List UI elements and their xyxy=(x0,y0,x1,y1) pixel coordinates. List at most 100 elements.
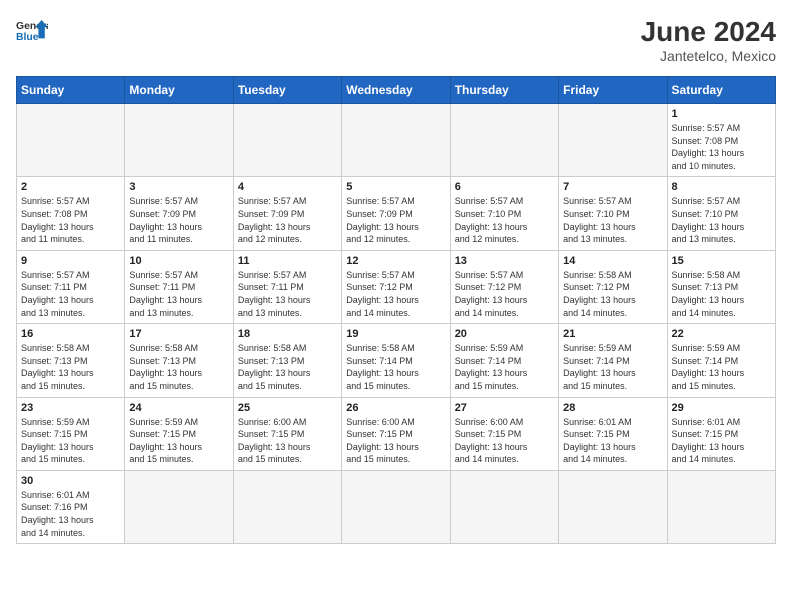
day-info: Sunrise: 5:58 AM Sunset: 7:14 PM Dayligh… xyxy=(346,342,445,392)
day-info: Sunrise: 5:58 AM Sunset: 7:13 PM Dayligh… xyxy=(238,342,337,392)
day-info: Sunrise: 5:57 AM Sunset: 7:09 PM Dayligh… xyxy=(129,195,228,245)
calendar-cell: 25 Sunrise: 6:00 AM Sunset: 7:15 PM Dayli… xyxy=(233,397,341,470)
calendar-cell: 20Sunrise: 5:59 AM Sunset: 7:14 PM Dayli… xyxy=(450,324,558,397)
day-info: Sunrise: 6:00 AM Sunset: 7:15 PM Dayligh… xyxy=(346,416,445,466)
day-number: 19 xyxy=(346,328,445,340)
weekday-header-monday: Monday xyxy=(125,77,233,104)
week-row-1: 1 Sunrise: 5:57 AM Sunset: 7:08 PM Daylig… xyxy=(17,104,776,177)
calendar-cell xyxy=(125,104,233,177)
week-row-5: 23 Sunrise: 5:59 AM Sunset: 7:15 PM Dayli… xyxy=(17,397,776,470)
day-info: Sunrise: 5:58 AM Sunset: 7:13 PM Dayligh… xyxy=(21,342,120,392)
calendar-cell xyxy=(559,470,667,543)
day-info: Sunrise: 5:59 AM Sunset: 7:15 PM Dayligh… xyxy=(129,416,228,466)
day-number: 1 xyxy=(672,108,771,120)
day-info: Sunrise: 5:57 AM Sunset: 7:10 PM Dayligh… xyxy=(672,195,771,245)
calendar-cell xyxy=(342,104,450,177)
page-header: General Blue June 2024 Jantetelco, Mexic… xyxy=(16,16,776,64)
calendar-cell: 3Sunrise: 5:57 AM Sunset: 7:09 PM Daylig… xyxy=(125,177,233,250)
calendar-cell: 23 Sunrise: 5:59 AM Sunset: 7:15 PM Dayli… xyxy=(17,397,125,470)
calendar-cell: 4Sunrise: 5:57 AM Sunset: 7:09 PM Daylig… xyxy=(233,177,341,250)
day-info: Sunrise: 5:58 AM Sunset: 7:13 PM Dayligh… xyxy=(672,269,771,319)
day-number: 22 xyxy=(672,328,771,340)
logo: General Blue xyxy=(16,16,52,48)
day-info: Sunrise: 5:57 AM Sunset: 7:12 PM Dayligh… xyxy=(455,269,554,319)
day-info: Sunrise: 5:57 AM Sunset: 7:08 PM Dayligh… xyxy=(21,195,120,245)
calendar-cell xyxy=(342,470,450,543)
calendar-cell: 18 Sunrise: 5:58 AM Sunset: 7:13 PM Dayli… xyxy=(233,324,341,397)
day-info: Sunrise: 5:57 AM Sunset: 7:09 PM Dayligh… xyxy=(346,195,445,245)
calendar-cell xyxy=(125,470,233,543)
day-number: 2 xyxy=(21,181,120,193)
day-info: Sunrise: 5:58 AM Sunset: 7:13 PM Dayligh… xyxy=(129,342,228,392)
week-row-4: 16 Sunrise: 5:58 AM Sunset: 7:13 PM Dayli… xyxy=(17,324,776,397)
calendar-cell xyxy=(233,104,341,177)
title-area: June 2024 Jantetelco, Mexico xyxy=(641,16,776,64)
day-number: 24 xyxy=(129,402,228,414)
day-info: Sunrise: 6:00 AM Sunset: 7:15 PM Dayligh… xyxy=(238,416,337,466)
day-number: 17 xyxy=(129,328,228,340)
logo-icon: General Blue xyxy=(16,16,48,48)
calendar-cell xyxy=(667,470,775,543)
calendar-cell: 6 Sunrise: 5:57 AM Sunset: 7:10 PM Daylig… xyxy=(450,177,558,250)
weekday-header-sunday: Sunday xyxy=(17,77,125,104)
weekday-header-saturday: Saturday xyxy=(667,77,775,104)
day-number: 10 xyxy=(129,255,228,267)
calendar-cell: 24 Sunrise: 5:59 AM Sunset: 7:15 PM Dayli… xyxy=(125,397,233,470)
day-number: 30 xyxy=(21,475,120,487)
calendar-cell: 19 Sunrise: 5:58 AM Sunset: 7:14 PM Dayli… xyxy=(342,324,450,397)
day-info: Sunrise: 5:59 AM Sunset: 7:14 PM Dayligh… xyxy=(672,342,771,392)
week-row-2: 2 Sunrise: 5:57 AM Sunset: 7:08 PM Daylig… xyxy=(17,177,776,250)
day-number: 28 xyxy=(563,402,662,414)
day-info: Sunrise: 5:57 AM Sunset: 7:08 PM Dayligh… xyxy=(672,122,771,172)
calendar-cell xyxy=(450,470,558,543)
weekday-header-friday: Friday xyxy=(559,77,667,104)
day-number: 25 xyxy=(238,402,337,414)
day-info: Sunrise: 6:00 AM Sunset: 7:15 PM Dayligh… xyxy=(455,416,554,466)
day-number: 12 xyxy=(346,255,445,267)
weekday-header-thursday: Thursday xyxy=(450,77,558,104)
calendar-header-row: SundayMondayTuesdayWednesdayThursdayFrid… xyxy=(17,77,776,104)
day-number: 29 xyxy=(672,402,771,414)
day-number: 6 xyxy=(455,181,554,193)
day-number: 18 xyxy=(238,328,337,340)
day-info: Sunrise: 6:01 AM Sunset: 7:16 PM Dayligh… xyxy=(21,489,120,539)
calendar-cell: 17 Sunrise: 5:58 AM Sunset: 7:13 PM Dayli… xyxy=(125,324,233,397)
calendar-cell: 26 Sunrise: 6:00 AM Sunset: 7:15 PM Dayli… xyxy=(342,397,450,470)
calendar-cell: 15Sunrise: 5:58 AM Sunset: 7:13 PM Dayli… xyxy=(667,250,775,323)
day-info: Sunrise: 5:57 AM Sunset: 7:10 PM Dayligh… xyxy=(563,195,662,245)
weekday-header-tuesday: Tuesday xyxy=(233,77,341,104)
calendar-cell: 11Sunrise: 5:57 AM Sunset: 7:11 PM Dayli… xyxy=(233,250,341,323)
calendar-cell: 21 Sunrise: 5:59 AM Sunset: 7:14 PM Dayli… xyxy=(559,324,667,397)
calendar-cell: 14Sunrise: 5:58 AM Sunset: 7:12 PM Dayli… xyxy=(559,250,667,323)
calendar-cell: 1 Sunrise: 5:57 AM Sunset: 7:08 PM Daylig… xyxy=(667,104,775,177)
calendar-cell: 27 Sunrise: 6:00 AM Sunset: 7:15 PM Dayli… xyxy=(450,397,558,470)
day-info: Sunrise: 5:57 AM Sunset: 7:11 PM Dayligh… xyxy=(21,269,120,319)
day-number: 8 xyxy=(672,181,771,193)
calendar-cell: 2 Sunrise: 5:57 AM Sunset: 7:08 PM Daylig… xyxy=(17,177,125,250)
calendar-cell: 7Sunrise: 5:57 AM Sunset: 7:10 PM Daylig… xyxy=(559,177,667,250)
day-number: 26 xyxy=(346,402,445,414)
day-info: Sunrise: 5:57 AM Sunset: 7:10 PM Dayligh… xyxy=(455,195,554,245)
calendar-cell: 16 Sunrise: 5:58 AM Sunset: 7:13 PM Dayli… xyxy=(17,324,125,397)
day-number: 23 xyxy=(21,402,120,414)
day-number: 16 xyxy=(21,328,120,340)
calendar-cell: 29 Sunrise: 6:01 AM Sunset: 7:15 PM Dayli… xyxy=(667,397,775,470)
calendar-cell: 22 Sunrise: 5:59 AM Sunset: 7:14 PM Dayli… xyxy=(667,324,775,397)
day-info: Sunrise: 5:59 AM Sunset: 7:14 PM Dayligh… xyxy=(455,342,554,392)
day-info: Sunrise: 5:59 AM Sunset: 7:14 PM Dayligh… xyxy=(563,342,662,392)
weekday-header-wednesday: Wednesday xyxy=(342,77,450,104)
calendar-cell xyxy=(17,104,125,177)
day-number: 9 xyxy=(21,255,120,267)
calendar-cell xyxy=(233,470,341,543)
day-number: 27 xyxy=(455,402,554,414)
day-number: 21 xyxy=(563,328,662,340)
day-info: Sunrise: 5:59 AM Sunset: 7:15 PM Dayligh… xyxy=(21,416,120,466)
week-row-3: 9 Sunrise: 5:57 AM Sunset: 7:11 PM Daylig… xyxy=(17,250,776,323)
day-info: Sunrise: 6:01 AM Sunset: 7:15 PM Dayligh… xyxy=(672,416,771,466)
day-number: 4 xyxy=(238,181,337,193)
calendar-cell: 12Sunrise: 5:57 AM Sunset: 7:12 PM Dayli… xyxy=(342,250,450,323)
calendar-cell: 5Sunrise: 5:57 AM Sunset: 7:09 PM Daylig… xyxy=(342,177,450,250)
calendar-title: June 2024 xyxy=(641,16,776,48)
day-info: Sunrise: 6:01 AM Sunset: 7:15 PM Dayligh… xyxy=(563,416,662,466)
svg-text:Blue: Blue xyxy=(16,32,39,43)
